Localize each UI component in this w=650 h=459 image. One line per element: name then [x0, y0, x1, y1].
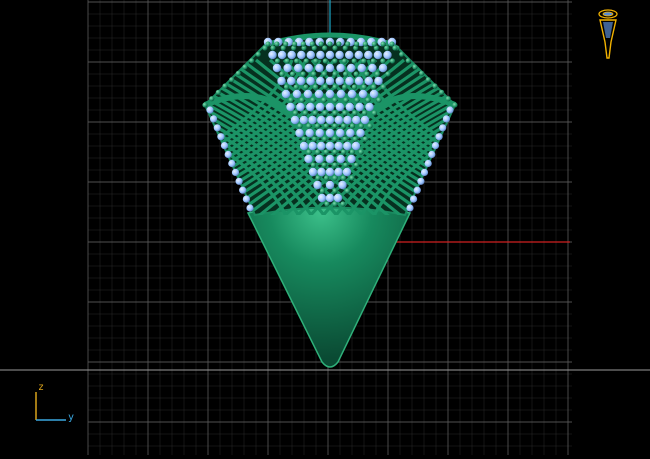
- axis-up-label: z: [38, 382, 45, 393]
- lattice-cone-object[interactable]: [32, 32, 628, 368]
- orientation-widget[interactable]: [594, 8, 622, 64]
- cone-body: [246, 203, 412, 368]
- 3d-viewport[interactable]: z y: [0, 0, 650, 455]
- viewport-canvas[interactable]: [0, 0, 650, 455]
- view-cube-icon[interactable]: [594, 8, 622, 64]
- axis-right-label: y: [68, 412, 75, 423]
- axis-triad: z y: [30, 380, 80, 430]
